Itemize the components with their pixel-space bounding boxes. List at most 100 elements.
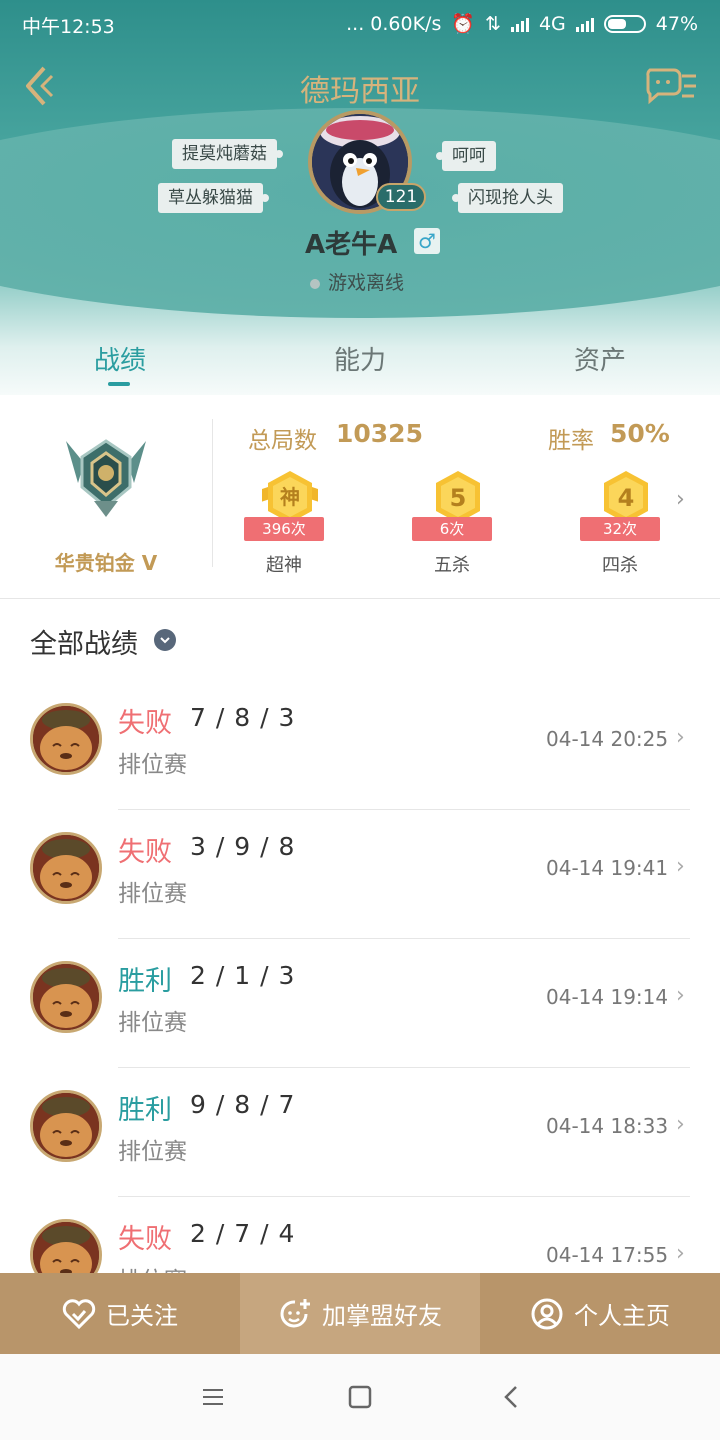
nav-back-icon — [504, 1386, 517, 1408]
match-mode: 排位赛 — [118, 1010, 187, 1036]
match-kda: 2 / 1 / 3 — [190, 961, 296, 990]
level-badge: 121 — [376, 183, 426, 211]
battery-percent: 47% — [655, 12, 698, 35]
medal-quadra-kill[interactable]: 4 32次 四杀 — [572, 461, 682, 581]
match-row[interactable]: 胜利 9 / 8 / 7 排位赛 04-14 18:33 › — [0, 1068, 720, 1197]
match-time: 04-14 17:55 — [546, 1243, 669, 1267]
match-section-title[interactable]: 全部战绩 — [30, 622, 138, 661]
active-tab-indicator — [108, 382, 130, 386]
follow-label: 已关注 — [106, 1302, 178, 1330]
match-result: 胜利 — [118, 1095, 172, 1126]
player-tag: 草丛躲猫猫 — [158, 183, 269, 213]
match-row[interactable]: 胜利 2 / 1 / 3 排位赛 04-14 19:14 › — [0, 939, 720, 1068]
system-nav-bar — [0, 1354, 720, 1440]
teemo-hero-icon — [30, 703, 102, 775]
match-time: 04-14 19:14 — [546, 985, 669, 1009]
match-kda: 3 / 9 / 8 — [190, 832, 296, 861]
male-gender-icon: ♂ — [414, 228, 440, 254]
match-result: 失败 — [118, 708, 172, 739]
match-result: 胜利 — [118, 966, 172, 997]
chevron-right-icon: › — [676, 1112, 685, 1137]
teemo-hero-icon — [30, 961, 102, 1033]
match-kda: 2 / 7 / 4 — [190, 1219, 296, 1248]
data-transfer-icon: ⇅ — [485, 12, 501, 35]
add-friend-label: 加掌盟好友 — [322, 1302, 442, 1330]
match-result: 失败 — [118, 1224, 172, 1255]
medal-count: 6次 — [412, 517, 492, 541]
medal-label: 四杀 — [602, 555, 638, 576]
medal-label: 五杀 — [434, 555, 470, 576]
match-time: 04-14 18:33 — [546, 1114, 669, 1138]
menu-icon — [203, 1389, 223, 1405]
battery-icon — [603, 14, 646, 33]
home-square-icon — [348, 1385, 372, 1409]
player-tag: 闪现抢人头 — [452, 183, 563, 213]
teemo-hero-icon — [30, 1090, 102, 1162]
status-bar: 中午12:53 ... 0.60K/s ⏰ ⇅ 4G 47% — [0, 0, 720, 46]
add-friend-button[interactable]: 加掌盟好友 — [240, 1273, 480, 1354]
match-mode: 排位赛 — [118, 1139, 187, 1165]
match-time: 04-14 20:25 — [546, 727, 669, 751]
match-kda: 9 / 8 / 7 — [190, 1090, 296, 1119]
tab-assets[interactable]: 资产 — [540, 340, 660, 377]
match-mode: 排位赛 — [118, 752, 187, 778]
chevron-right-icon: › — [676, 983, 685, 1008]
profile-button[interactable]: 个人主页 — [480, 1273, 720, 1354]
chevron-right-icon: › — [676, 1241, 685, 1266]
profile-label: 个人主页 — [574, 1302, 670, 1330]
medal-legendary[interactable]: 神 396次 超神 — [236, 461, 346, 581]
match-kda: 7 / 8 / 3 — [190, 703, 296, 732]
stats-panel: 华贵铂金 V 总局数 10325 胜率 50% 神 396次 超神 5 6次 五… — [0, 395, 720, 599]
total-games-label: 总局数 — [248, 428, 317, 454]
home-button[interactable] — [345, 1382, 375, 1412]
teemo-hero-icon — [30, 832, 102, 904]
signal-icon — [510, 16, 529, 32]
match-row[interactable]: 失败 7 / 8 / 3 排位赛 04-14 20:25 › — [0, 681, 720, 810]
medal-count: 32次 — [580, 517, 660, 541]
status-dot-icon — [310, 278, 320, 289]
chevron-right-icon[interactable]: › — [676, 487, 685, 512]
win-rate-value: 50% — [610, 419, 670, 448]
medal-label: 超神 — [266, 555, 302, 576]
chevron-right-icon: › — [676, 725, 685, 750]
stats-divider — [212, 419, 213, 567]
chevron-right-icon: › — [676, 854, 685, 879]
status-right: ... 0.60K/s ⏰ ⇅ 4G 47% — [346, 12, 698, 36]
medal-count: 396次 — [244, 517, 324, 541]
medal-glyph: 5 — [450, 484, 467, 512]
online-status: 游戏离线 — [310, 268, 404, 295]
total-games-value: 10325 — [336, 419, 423, 448]
win-rate-label: 胜率 — [548, 428, 594, 454]
follow-button[interactable]: 已关注 — [0, 1273, 240, 1354]
dropdown-caret-icon[interactable] — [154, 629, 176, 651]
match-row[interactable]: 失败 3 / 9 / 8 排位赛 04-14 19:41 › — [0, 810, 720, 939]
nav-back-button[interactable] — [496, 1382, 526, 1412]
medal-glyph: 4 — [618, 484, 635, 512]
medal-glyph: 神 — [280, 485, 300, 509]
player-tag: 提莫炖蘑菇 — [172, 139, 283, 169]
profile-header: 中午12:53 ... 0.60K/s ⏰ ⇅ 4G 47% 德玛西亚 提莫炖蘑… — [0, 0, 720, 395]
network-type: 4G — [538, 12, 566, 35]
action-bar: 已关注 加掌盟好友 个人主页 — [0, 1273, 720, 1354]
match-mode: 排位赛 — [118, 881, 187, 907]
player-name: A老牛A — [305, 230, 398, 260]
menu-button[interactable] — [198, 1382, 228, 1412]
status-time: 中午12:53 — [22, 16, 115, 38]
rank-name: 华贵铂金 V — [54, 551, 158, 575]
match-result: 失败 — [118, 837, 172, 868]
tab-ability[interactable]: 能力 — [300, 340, 420, 377]
chat-bubble-icon — [646, 68, 696, 105]
message-button[interactable] — [644, 64, 700, 108]
server-title: 德玛西亚 — [300, 74, 420, 109]
rank-emblem-icon[interactable] — [56, 423, 156, 523]
online-status-text: 游戏离线 — [328, 272, 405, 294]
user-profile-icon — [531, 1298, 563, 1329]
network-speed: ... 0.60K/s — [346, 12, 442, 35]
tab-record[interactable]: 战绩 — [60, 340, 180, 377]
heart-check-icon — [62, 1298, 96, 1329]
medal-penta-kill[interactable]: 5 6次 五杀 — [404, 461, 514, 581]
platinum-emblem-icon — [66, 439, 146, 517]
player-tag: 呵呵 — [436, 141, 496, 171]
alarm-icon: ⏰ — [451, 13, 476, 35]
add-friend-icon — [280, 1298, 310, 1327]
